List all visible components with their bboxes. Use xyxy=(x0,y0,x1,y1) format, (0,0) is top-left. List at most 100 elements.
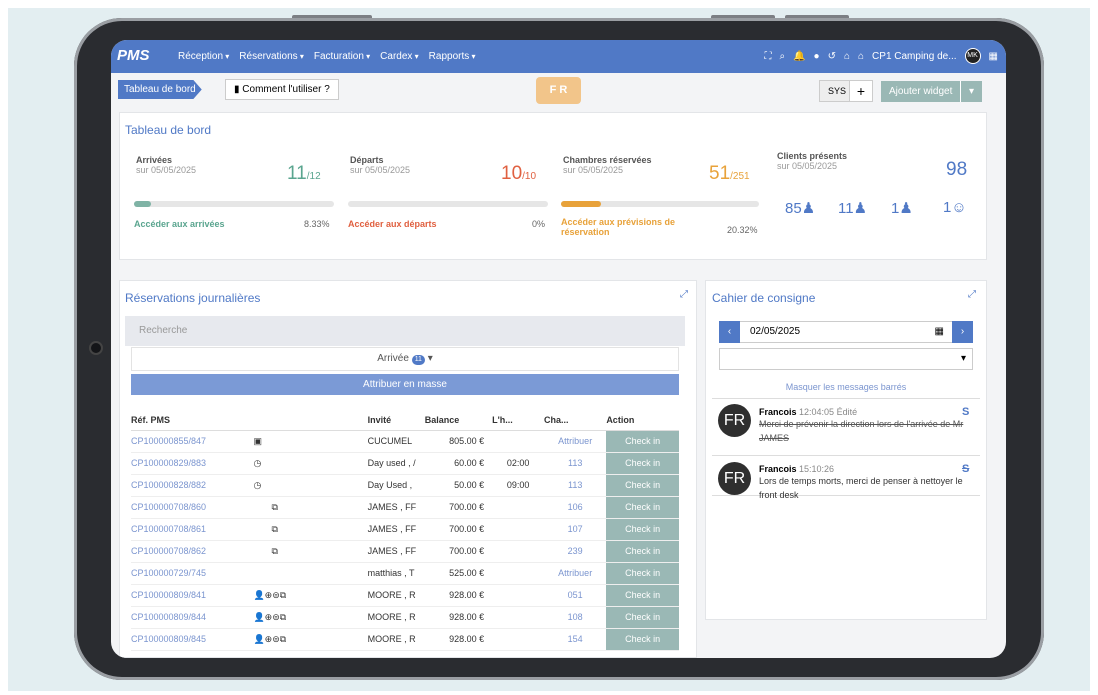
grid-icon[interactable]: ▦ xyxy=(989,51,998,62)
rooms-link[interactable]: Accéder aux prévisions de réservation xyxy=(561,217,701,237)
people-icon[interactable]: 👤⊕⊜⧉ xyxy=(253,590,286,600)
search-icon[interactable]: ⌕ xyxy=(779,51,785,62)
balance-cell: 928.00 € xyxy=(424,584,493,607)
menu-reception[interactable]: Réception xyxy=(178,51,229,62)
guest-cell: CUCUMEL xyxy=(367,430,425,453)
checkin-button[interactable]: Check in xyxy=(606,606,679,629)
copy-icon[interactable]: ⧉ xyxy=(253,524,277,534)
hotel-name[interactable]: CP1 Camping de... xyxy=(872,51,957,62)
date-input[interactable]: 02/05/2025 ▦ xyxy=(719,321,973,343)
time-cell xyxy=(492,430,545,453)
logo[interactable]: PMS xyxy=(117,47,150,64)
fullscreen-icon[interactable]: ⛶ xyxy=(764,51,771,62)
ref-cell[interactable]: CP100000809/844 xyxy=(131,606,254,629)
clock-icon[interactable]: ◷ xyxy=(253,480,261,490)
hide-struck-link[interactable]: Masquer les messages barrés xyxy=(706,382,986,392)
menu-cardex[interactable]: Cardex xyxy=(380,51,419,62)
table-row[interactable]: CP100000708/861 ⧉ JAMES , FF 700.00 € 107 Che… xyxy=(131,518,679,541)
menu-rapports[interactable]: Rapports xyxy=(429,51,476,62)
checkin-button[interactable]: Check in xyxy=(606,518,679,541)
room-cell[interactable]: 239 xyxy=(544,540,607,563)
copy-icon[interactable]: ⧉ xyxy=(253,546,277,556)
unstrike-icon[interactable]: S xyxy=(962,406,969,418)
checkin-button[interactable]: Check in xyxy=(606,584,679,607)
ref-cell[interactable]: CP100000708/860 xyxy=(131,496,254,519)
table-row[interactable]: CP100000708/860 ⧉ JAMES , FF 700.00 € 106 Che… xyxy=(131,496,679,519)
table-row[interactable]: CP100000809/844 👤⊕⊜⧉ MOORE , R 928.00 € 108 C… xyxy=(131,606,679,629)
clock-icon[interactable]: ◷ xyxy=(253,458,261,468)
people-icon[interactable]: 👤⊕⊜⧉ xyxy=(253,634,286,644)
checkin-button[interactable]: Check in xyxy=(606,540,679,563)
room-cell[interactable]: Attribuer xyxy=(544,562,607,585)
col-ref[interactable]: Réf. PMS xyxy=(131,410,254,431)
ref-cell[interactable]: CP100000809/841 xyxy=(131,584,254,607)
ref-cell[interactable]: CP100000828/882 xyxy=(131,474,254,497)
departures-link[interactable]: Accéder aux départs xyxy=(348,219,437,229)
table-row[interactable]: CP100000809/841 👤⊕⊜⧉ MOORE , R 928.00 € 051 C… xyxy=(131,584,679,607)
time-cell xyxy=(492,540,545,563)
table-row[interactable]: CP100000708/862 ⧉ JAMES , FF 700.00 € 239 Che… xyxy=(131,540,679,563)
copy-icon[interactable]: ⧉ xyxy=(253,502,277,512)
table-row[interactable]: CP100000855/847 ▣ CUCUMEL 805.00 € Attribuer… xyxy=(131,430,679,453)
add-widget-button[interactable]: Ajouter widget ▾ xyxy=(881,81,982,102)
expand-icon[interactable]: ⤢ xyxy=(680,289,688,300)
history-icon[interactable]: ↺ xyxy=(828,51,836,62)
checkin-button[interactable]: Check in xyxy=(606,562,679,585)
camera-icon[interactable]: ▣ xyxy=(253,436,262,446)
room-cell[interactable]: 106 xyxy=(544,496,607,519)
checkin-button[interactable]: Check in xyxy=(606,452,679,475)
checkin-button[interactable]: Check in xyxy=(606,628,679,651)
plus-button[interactable]: + xyxy=(849,80,873,102)
ref-cell[interactable]: CP100000708/862 xyxy=(131,540,254,563)
table-row[interactable]: CP100000828/882 ◷ Day Used , 50.00 €09:00 11… xyxy=(131,474,679,497)
language-badge[interactable]: F R xyxy=(536,77,581,104)
col-room[interactable]: Cha... xyxy=(544,410,607,431)
logbook-title: Cahier de consigne xyxy=(712,291,816,305)
breadcrumb[interactable]: Tableau de bord xyxy=(118,80,202,99)
user-avatar[interactable]: MK xyxy=(964,48,981,64)
table-row[interactable]: CP100000729/745 matthias , T 525.00 € Attri… xyxy=(131,562,679,585)
people-icon[interactable]: 👤⊕⊜⧉ xyxy=(253,612,286,622)
room-cell[interactable]: 108 xyxy=(544,606,607,629)
search-input[interactable]: Recherche xyxy=(125,316,685,346)
checkin-button[interactable]: Check in xyxy=(606,430,679,453)
prev-date-button[interactable]: ‹ xyxy=(719,321,740,343)
col-balance[interactable]: Balance xyxy=(424,410,493,431)
menu-reservations[interactable]: Réservations xyxy=(239,51,304,62)
room-cell[interactable]: 107 xyxy=(544,518,607,541)
author-avatar: FR xyxy=(718,404,751,437)
col-guest[interactable]: Invité xyxy=(367,410,425,431)
room-cell[interactable]: 051 xyxy=(544,584,607,607)
balance-cell: 525.00 € xyxy=(424,562,493,585)
room-cell[interactable]: 113 xyxy=(544,452,607,475)
room-cell[interactable]: 154 xyxy=(544,628,607,651)
mass-assign-button[interactable]: Attribuer en masse xyxy=(131,374,679,395)
logbook-select[interactable]: ▾ xyxy=(719,348,973,370)
checkin-button[interactable]: Check in xyxy=(606,474,679,497)
howto-button[interactable]: ▮ Comment l'utiliser ? xyxy=(225,79,339,100)
ref-cell[interactable]: CP100000829/883 xyxy=(131,452,254,475)
checkin-button[interactable]: Check in xyxy=(606,496,679,519)
guest-cell: JAMES , FF xyxy=(367,518,425,541)
calendar-icon[interactable]: ▦ xyxy=(935,322,944,342)
ref-cell[interactable]: CP100000809/845 xyxy=(131,628,254,651)
bell-icon[interactable]: 🔔 xyxy=(793,51,805,62)
menu-facturation[interactable]: Facturation xyxy=(314,51,370,62)
table-row[interactable]: CP100000829/883 ◷ Day used , /60.00 €02:00… xyxy=(131,452,679,475)
arrival-filter[interactable]: Arrivée 11 ▾ xyxy=(131,347,679,371)
logbook-expand-icon[interactable]: ⤢ xyxy=(968,289,976,300)
home-icon[interactable]: ⌂ xyxy=(858,51,864,62)
chat-icon[interactable]: ● xyxy=(814,51,820,62)
ref-cell[interactable]: CP100000708/861 xyxy=(131,518,254,541)
caret-down-icon[interactable]: ▾ xyxy=(960,81,982,102)
strike-icon[interactable]: S xyxy=(962,463,969,475)
room-cell[interactable]: 113 xyxy=(544,474,607,497)
next-date-button[interactable]: › xyxy=(952,321,973,343)
room-cell[interactable]: Attribuer xyxy=(544,430,607,453)
ref-cell[interactable]: CP100000729/745 xyxy=(131,562,254,585)
car-icon[interactable]: ⌂ xyxy=(844,51,850,62)
arrivals-link[interactable]: Accéder aux arrivées xyxy=(134,219,225,229)
ref-cell[interactable]: CP100000855/847 xyxy=(131,430,254,453)
table-row[interactable]: CP100000809/845 👤⊕⊜⧉ MOORE , R 928.00 € 154 C… xyxy=(131,628,679,651)
col-time[interactable]: L'h... xyxy=(492,410,545,431)
